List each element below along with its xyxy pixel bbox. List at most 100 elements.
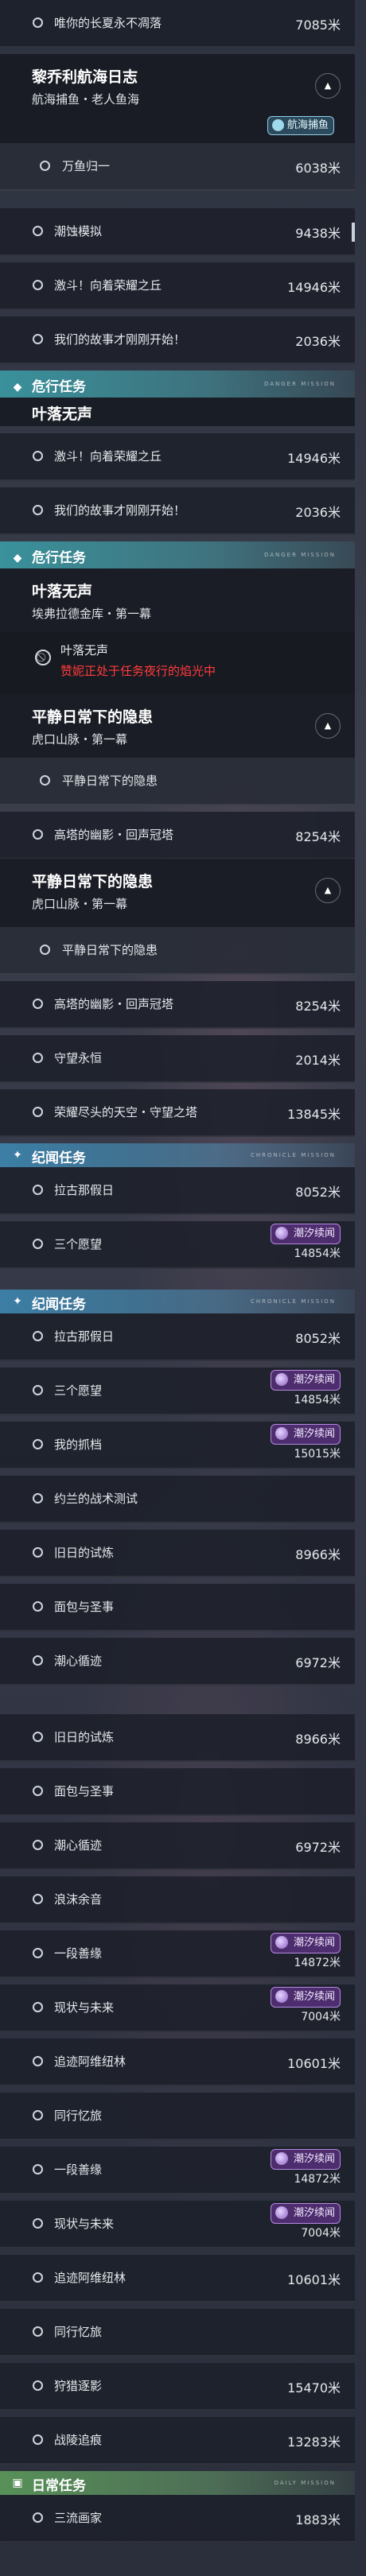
mission-row[interactable]: 高塔的幽影・回声冠塔 8254米 [0, 812, 355, 859]
mission-row[interactable]: 拉古那假日 8052米 [0, 1313, 355, 1361]
quest-step[interactable]: 平静日常下的隐患 [0, 927, 355, 975]
section-subtitle: DANGER MISSION [263, 381, 336, 387]
circle-icon [33, 2326, 43, 2337]
mission-row[interactable]: 激斗！向着荣耀之丘 14946米 [0, 433, 355, 481]
mission-row[interactable]: 潮蚀模拟 9438米 [0, 208, 355, 256]
section-title: 纪闻任务 [32, 1150, 86, 1166]
mission-row[interactable]: 我们的故事才刚刚开始！ 2036米 [0, 487, 355, 535]
circle-icon [33, 1053, 43, 1063]
quest-title: 平静日常下的隐患 [32, 708, 154, 726]
quest-card[interactable]: 平静日常下的隐患 虎口山脉・第一幕 ▲ [0, 859, 355, 927]
mission-row[interactable]: 追迹阿维纽林 10601米 [0, 2255, 355, 2302]
mission-row[interactable]: 潮心循迹 6972米 [0, 1822, 355, 1870]
collapse-icon[interactable]: ▲ [315, 713, 341, 739]
circle-icon [33, 999, 43, 1009]
mission-name: 旧日的试炼 [54, 1546, 115, 1560]
mission-name: 追迹阿维纽林 [54, 2271, 127, 2285]
mission-row[interactable]: 战陵追痕 13283米 [0, 2417, 355, 2465]
circle-icon [33, 451, 43, 461]
mission-name: 高塔的幽影・回声冠塔 [54, 997, 174, 1011]
tidal-tag: 潮汐续闻 [270, 1933, 341, 1953]
journal-step[interactable]: 万鱼归一 6038米 [0, 143, 355, 191]
mission-row[interactable]: 荣耀尽头的天空・守望之塔 13845米 [0, 1089, 355, 1137]
mission-row[interactable]: 旧日的试炼 8966米 [0, 1530, 355, 1577]
mission-name: 潮心循迹 [54, 1654, 103, 1668]
circle-icon [33, 1439, 43, 1449]
mission-row[interactable]: 三个愿望 潮汐续闻 14854米 [0, 1221, 355, 1269]
mission-row[interactable]: 潮心循迹 6972米 [0, 1638, 355, 1686]
mission-name: 荣耀尽头的天空・守望之塔 [54, 1105, 198, 1119]
mission-row[interactable]: 追迹阿维纽林 10601米 [0, 2039, 355, 2086]
mission-panel-3: 平静日常下的隐患 虎口山脉・第一幕 ▲ 平静日常下的隐患 高塔的幽影・回声冠塔 … [0, 859, 355, 1275]
circle-icon [33, 2218, 43, 2229]
mission-row[interactable]: 同行忆旅 [0, 2309, 355, 2357]
mission-distance: 2036米 [295, 334, 341, 349]
mission-row[interactable]: 激斗！向着荣耀之丘 14946米 [0, 262, 355, 310]
section-title: 危行任务 [32, 550, 86, 566]
mission-row[interactable]: 现状与未来 潮汐续闻 7004米 [0, 2201, 355, 2248]
mission-row[interactable]: 拉古那假日 8052米 [0, 1167, 355, 1215]
mission-distance: 14872米 [294, 1957, 341, 1969]
circle-icon [33, 1655, 43, 1666]
mission-row[interactable]: 我们的故事才刚刚开始！ 2036米 [0, 316, 355, 364]
mission-name: 旧日的试炼 [54, 1730, 115, 1744]
circle-icon [33, 2512, 43, 2523]
mission-distance: 14872米 [294, 2173, 341, 2186]
mission-row[interactable]: 一段善缘 潮汐续闻 14872米 [0, 2147, 355, 2194]
mission-row[interactable]: 狩猎逐影 15470米 [0, 2363, 355, 2411]
circle-icon [33, 1493, 43, 1503]
mission-row[interactable]: 浪沫余音 [0, 1876, 355, 1924]
tidal-tag: 潮汐续闻 [270, 1224, 341, 1244]
mission-row[interactable]: 一段善缘 潮汐续闻 14872米 [0, 1930, 355, 1978]
mission-name: 面包与圣事 [54, 1600, 115, 1614]
circle-icon [33, 2272, 43, 2283]
circle-icon [33, 1185, 43, 1195]
mission-distance: 9438米 [295, 226, 341, 241]
mission-name: 战陵追痕 [54, 2433, 103, 2447]
mission-row[interactable]: 守望永恒 2014米 [0, 1035, 355, 1083]
quest-card[interactable]: 叶落无声 埃弗拉德金库・第一幕 [0, 568, 355, 632]
section-title: 纪闻任务 [32, 1297, 86, 1313]
mission-name: 现状与未来 [54, 2000, 115, 2015]
mission-row[interactable]: 面包与圣事 [0, 1584, 355, 1631]
circle-icon [33, 2380, 43, 2391]
mission-distance: 8966米 [295, 1732, 341, 1747]
circle-icon [33, 1239, 43, 1249]
circle-icon [33, 334, 43, 344]
mission-row[interactable]: 旧日的试炼 8966米 [0, 1714, 355, 1762]
scroll-indicator [352, 223, 355, 242]
collapse-icon[interactable]: ▲ [315, 878, 341, 903]
quest-card[interactable]: 平静日常下的隐患 虎口山脉・第一幕 ▲ [0, 694, 355, 758]
mission-distance: 8052米 [295, 1185, 341, 1200]
blocked-icon: ⃠ [35, 650, 51, 665]
sparkle-icon: ✦ [13, 1295, 22, 1308]
mission-name: 唯你的长夏永不凋落 [54, 16, 162, 30]
circle-icon [33, 1601, 43, 1612]
mission-distance: 8254米 [295, 999, 341, 1014]
journal-card[interactable]: 黎乔利航海日志 航海捕鱼・老人鱼海 ▲ 航海捕鱼 [0, 54, 355, 143]
circle-icon [33, 226, 43, 236]
mission-distance: 10601米 [287, 2056, 341, 2071]
journal-title: 黎乔利航海日志 [32, 68, 138, 86]
mission-row[interactable]: 高塔的幽影・回声冠塔 8254米 [0, 981, 355, 1029]
mission-distance: 7004米 [301, 2011, 341, 2023]
circle-icon [33, 2002, 43, 2012]
mission-row[interactable]: 三流画家 1883米 [0, 2495, 355, 2543]
mission-row[interactable]: 同行忆旅 [0, 2093, 355, 2140]
quest-peek[interactable]: 叶落无声 [0, 398, 355, 426]
mission-row[interactable]: 唯你的长夏永不凋落 7085米 [0, 0, 355, 48]
mission-row[interactable]: 我的抓档 潮汐续闻 15015米 [0, 1422, 355, 1469]
circle-icon [33, 1786, 43, 1796]
section-header-daily: ▣ 日常任务 DAILY MISSION [0, 2471, 355, 2495]
mission-distance: 14854米 [294, 1394, 341, 1406]
mission-row[interactable]: 现状与未来 潮汐续闻 7004米 [0, 1984, 355, 2032]
mission-row[interactable]: 约兰的战术测试 [0, 1476, 355, 1523]
collapse-icon[interactable]: ▲ [315, 73, 341, 99]
quest-step[interactable]: 平静日常下的隐患 [0, 758, 355, 805]
circle-icon [33, 2164, 43, 2174]
mission-distance: 1883米 [295, 2512, 341, 2528]
mission-row[interactable]: 面包与圣事 [0, 1768, 355, 1816]
mission-row[interactable]: 三个愿望 潮汐续闻 14854米 [0, 1368, 355, 1415]
mission-name: 约兰的战术测试 [54, 1492, 138, 1506]
quest-title: 叶落无声 [32, 405, 93, 423]
